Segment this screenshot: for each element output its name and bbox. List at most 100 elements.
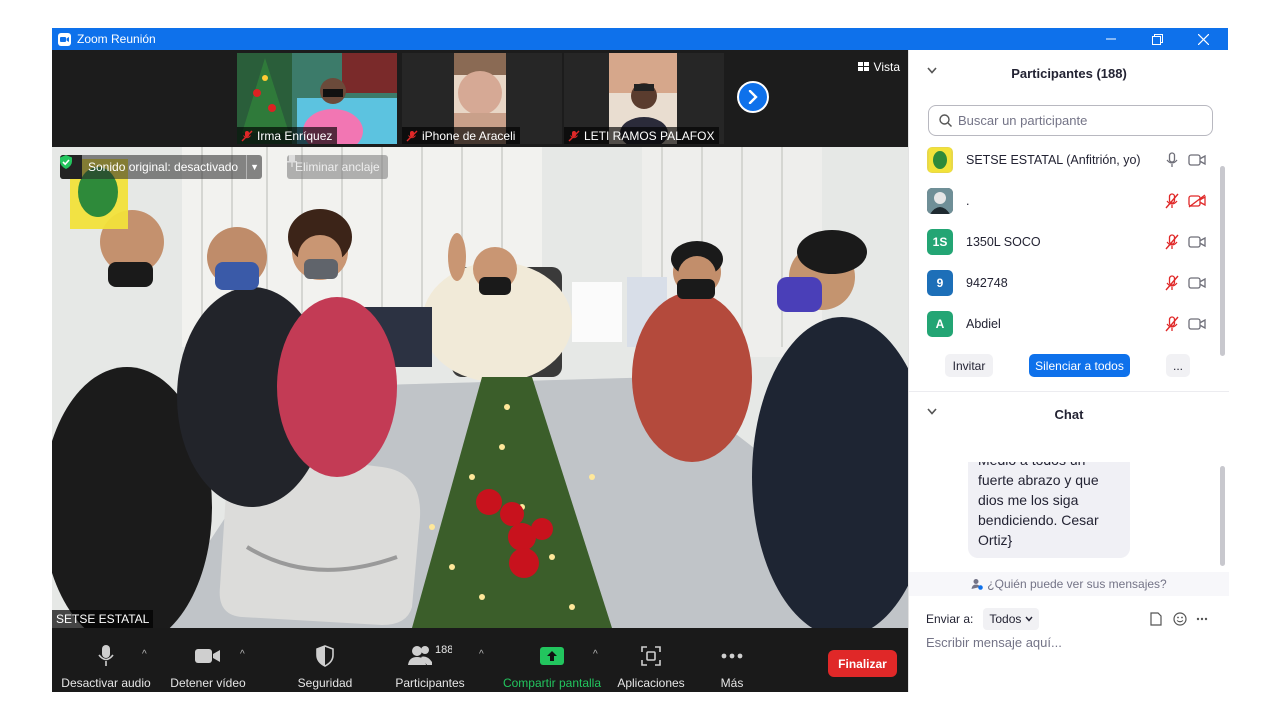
avatar — [927, 187, 953, 214]
end-meeting-button[interactable]: Finalizar — [828, 650, 897, 677]
participants-button[interactable]: 188 Participantes — [390, 628, 470, 692]
microphone-icon — [98, 641, 114, 671]
participants-options-chevron-icon[interactable]: ^ — [479, 649, 484, 660]
pin-icon — [287, 155, 297, 167]
more-dots-icon[interactable] — [1194, 611, 1210, 627]
stop-video-button[interactable]: Detener vídeo — [166, 628, 250, 692]
video-camera-icon[interactable] — [1188, 153, 1206, 167]
more-button[interactable]: Más — [706, 628, 758, 692]
thumbnail-video[interactable]: Irma Enríquez — [237, 53, 397, 144]
mute-all-button[interactable]: Silenciar a todos — [1029, 354, 1130, 377]
side-panel: Participantes (188) SETSE ESTATAL (Anfit… — [908, 50, 1229, 692]
chat-line: Medio a todos un — [978, 462, 1120, 470]
panel-divider — [909, 391, 1229, 392]
shield-check-icon — [60, 155, 82, 179]
thumbnail-name: iPhone de Araceli — [402, 127, 521, 144]
search-icon — [939, 114, 952, 127]
audio-options-chevron-icon[interactable]: ^ — [142, 649, 147, 660]
avatar: 1S — [927, 228, 953, 255]
avatar — [927, 146, 953, 173]
security-button[interactable]: Seguridad — [290, 628, 360, 692]
participant-row[interactable]: SETSE ESTATAL (Anfitrión, yo) — [909, 139, 1221, 180]
chat-line: fuerte abrazo y que — [978, 472, 1099, 488]
view-button[interactable]: Vista — [857, 60, 900, 74]
avatar: 9 — [927, 269, 953, 296]
share-screen-button[interactable]: Compartir pantalla — [500, 628, 604, 692]
chat-line: Ortiz} — [978, 532, 1013, 548]
thumbnail-strip: Irma Enríquez iPhone de Araceli LETI RAM… — [52, 50, 908, 147]
participant-search[interactable] — [928, 105, 1213, 136]
avatar: A — [927, 310, 953, 337]
mic-muted-icon[interactable] — [1165, 233, 1179, 250]
thumbnail-video[interactable]: LETI RAMOS PALAFOX — [564, 53, 724, 144]
meeting-toolbar: Desactivar audio ^ Detener vídeo ^ Segur… — [52, 628, 908, 692]
title-bar: Zoom Reunión — [52, 28, 1228, 50]
chevron-down-icon[interactable] — [927, 67, 937, 75]
more-options-button[interactable]: ... — [1166, 354, 1190, 377]
send-to-dropdown[interactable]: Todos — [983, 608, 1040, 630]
mic-muted-icon[interactable] — [1165, 192, 1179, 209]
share-options-chevron-icon[interactable]: ^ — [593, 649, 598, 660]
shield-icon — [316, 641, 334, 671]
person-info-icon — [971, 579, 984, 590]
thumbnail-name: LETI RAMOS PALAFOX — [564, 127, 720, 144]
unpin-button[interactable]: Eliminar anclaje — [287, 155, 388, 179]
main-video[interactable]: Sonido original: desactivado ▼ Eliminar … — [52, 147, 908, 628]
grid-view-icon — [857, 62, 869, 71]
participant-row[interactable]: 9 942748 — [909, 262, 1221, 303]
participants-scrollbar[interactable] — [1220, 166, 1225, 356]
chevron-down-icon — [1025, 616, 1033, 622]
video-camera-icon[interactable] — [1188, 317, 1206, 331]
video-options-chevron-icon[interactable]: ^ — [240, 649, 245, 660]
apps-button[interactable]: Aplicaciones — [613, 628, 689, 692]
thumbnail-name: Irma Enríquez — [237, 127, 338, 144]
original-sound-toggle[interactable]: Sonido original: desactivado ▼ — [60, 155, 263, 179]
invite-button[interactable]: Invitar — [945, 354, 993, 377]
video-off-icon[interactable] — [1188, 193, 1206, 208]
send-to-row: Enviar a: Todos — [926, 607, 1216, 631]
chevron-right-icon — [748, 90, 758, 104]
mic-muted-icon — [406, 130, 418, 141]
chevron-down-icon[interactable]: ▼ — [246, 155, 262, 179]
mute-audio-button[interactable]: Desactivar audio — [60, 628, 152, 692]
mic-muted-icon[interactable] — [1165, 315, 1179, 332]
video-camera-icon[interactable] — [1188, 276, 1206, 290]
chat-message: Medio a todos un fuerte abrazo y que dio… — [968, 462, 1130, 558]
emoji-icon[interactable] — [1172, 611, 1188, 627]
mic-muted-icon[interactable] — [1165, 274, 1179, 291]
meeting-stage: Irma Enríquez iPhone de Araceli LETI RAM… — [52, 50, 908, 692]
zoom-logo-icon — [58, 32, 71, 46]
participant-row[interactable]: A Abdiel — [909, 303, 1221, 344]
chat-message-input[interactable]: Escribir mensaje aquí... — [926, 635, 1216, 657]
video-camera-icon — [195, 641, 221, 671]
search-input[interactable] — [958, 113, 1198, 128]
speaker-video-image — [52, 147, 908, 628]
chat-header: Chat — [909, 399, 1229, 429]
who-can-see-link[interactable]: ¿Quién puede ver sus mensajes? — [909, 572, 1229, 596]
participant-row[interactable]: 1S 1350L SOCO — [909, 221, 1221, 262]
file-icon[interactable] — [1148, 611, 1164, 627]
chevron-down-icon[interactable] — [927, 408, 937, 416]
apps-icon — [641, 641, 661, 671]
chat-scrollbar[interactable] — [1220, 466, 1225, 566]
participants-count: 188 — [435, 645, 452, 656]
restore-icon[interactable] — [1134, 28, 1180, 50]
next-page-button[interactable] — [737, 81, 769, 113]
chat-line: dios me los siga — [978, 492, 1079, 508]
mic-muted-icon — [241, 130, 253, 141]
participants-header: Participantes (188) — [909, 58, 1229, 88]
window-title: Zoom Reunión — [77, 32, 156, 46]
chat-line: bendiciendo. Cesar — [978, 512, 1099, 528]
send-to-label: Enviar a: — [926, 612, 974, 626]
close-icon[interactable] — [1180, 28, 1226, 50]
more-dots-icon — [721, 641, 743, 671]
share-screen-icon — [540, 641, 564, 671]
speaker-name-label: SETSE ESTATAL — [52, 610, 154, 628]
mic-muted-icon — [568, 130, 580, 141]
microphone-icon[interactable] — [1165, 151, 1179, 168]
participant-row[interactable]: . — [909, 180, 1221, 221]
zoom-window: Zoom Reunión Irma Enríquez iPhone de Ara… — [52, 28, 1229, 692]
video-camera-icon[interactable] — [1188, 235, 1206, 249]
thumbnail-video[interactable]: iPhone de Araceli — [402, 53, 562, 144]
minimize-icon[interactable] — [1088, 28, 1134, 50]
